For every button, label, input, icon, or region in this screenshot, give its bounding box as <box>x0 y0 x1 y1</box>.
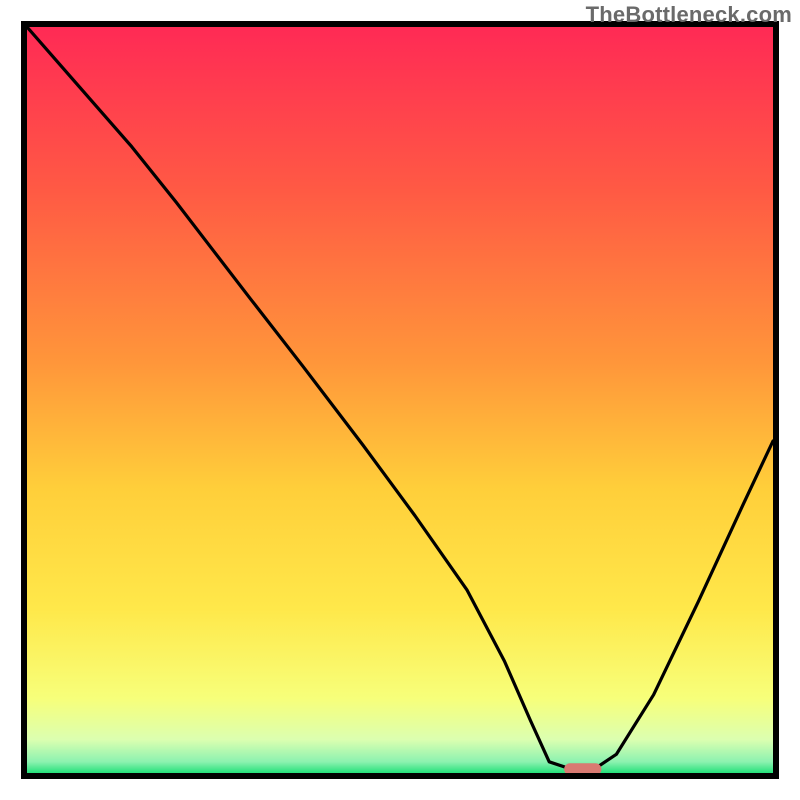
plot-background <box>27 27 773 773</box>
chart-svg <box>0 0 800 800</box>
chart-frame: TheBottleneck.com <box>0 0 800 800</box>
watermark: TheBottleneck.com <box>586 2 792 28</box>
